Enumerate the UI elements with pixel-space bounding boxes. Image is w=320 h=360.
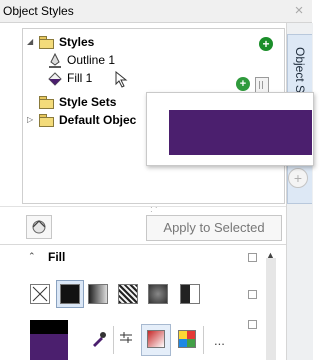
divider (0, 244, 286, 245)
scrollbar-track[interactable] (266, 258, 276, 360)
fill-section-title: Fill (48, 250, 66, 264)
window-title: Object Styles (3, 4, 74, 18)
eyedropper-icon[interactable] (90, 330, 106, 348)
pen-icon (49, 53, 61, 68)
new-style-button[interactable]: + (259, 37, 273, 51)
tree-item-label: Styles (59, 35, 95, 49)
fountain-fill-icon[interactable] (88, 284, 108, 304)
more-options-button[interactable]: ... (214, 333, 225, 348)
folder-icon (39, 114, 54, 127)
resize-grip[interactable]: · · · (150, 204, 160, 216)
checkbox[interactable] (248, 320, 257, 329)
close-button[interactable]: × (289, 1, 309, 21)
lock-checkbox[interactable] (248, 253, 257, 262)
apply-to-selected-button[interactable]: Apply to Selected (146, 215, 282, 241)
tree-item-label: Default Objec (59, 113, 137, 127)
style-set-icon (32, 220, 46, 234)
tree-item-label: Style Sets (59, 95, 117, 109)
tree-item-label: Outline 1 (67, 53, 116, 67)
no-fill-icon[interactable] (30, 284, 50, 304)
texture-fill-icon[interactable] (148, 284, 168, 304)
uniform-fill-icon[interactable] (60, 284, 80, 304)
checkbox[interactable] (248, 290, 257, 299)
expand-icon[interactable]: ▷ (27, 111, 33, 129)
mouse-cursor-icon (115, 71, 128, 88)
collapse-icon[interactable]: ◢ (27, 33, 33, 51)
collapse-section-icon[interactable]: ⌃ (28, 251, 36, 262)
style-set-button[interactable] (26, 215, 52, 239)
tree-item-label: Fill 1 (67, 71, 93, 85)
fill-options-icon[interactable] (118, 330, 134, 348)
add-to-style-button[interactable]: + (236, 77, 250, 91)
current-fill-swatch-top (30, 320, 68, 334)
delete-icon[interactable] (255, 77, 269, 93)
add-docker-button[interactable]: + (288, 168, 308, 188)
color-palette-icon[interactable] (178, 330, 196, 348)
color-viewer-icon[interactable] (147, 330, 165, 348)
divider (0, 206, 286, 207)
fill-preview-swatch (169, 110, 312, 155)
divider (203, 326, 204, 354)
folder-icon (39, 36, 54, 49)
folder-icon (39, 96, 54, 109)
pattern-fill-icon[interactable] (118, 284, 138, 304)
divider (113, 326, 114, 354)
postscript-fill-icon[interactable] (180, 284, 200, 304)
paint-bucket-icon (48, 72, 62, 86)
